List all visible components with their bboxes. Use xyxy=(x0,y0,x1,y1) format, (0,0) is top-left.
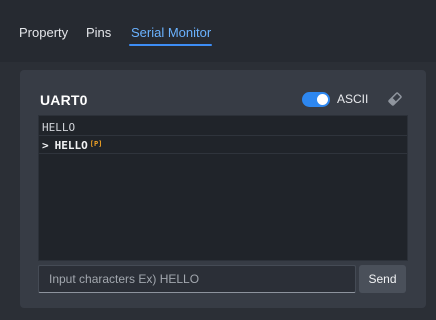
uart-title: UART0 xyxy=(40,92,88,108)
serial-line-sent: > HELLO [P] xyxy=(39,137,407,154)
serial-monitor-panel: UART0 ASCII HELLO >HELLO[P] Send xyxy=(20,70,426,308)
serial-input[interactable] xyxy=(38,265,356,293)
tab-property[interactable]: Property xyxy=(19,25,68,40)
serial-output[interactable]: HELLO > HELLO [P] xyxy=(38,115,408,261)
eraser-icon[interactable] xyxy=(386,90,404,108)
active-tab-indicator xyxy=(129,44,212,46)
serial-line-received: HELLO xyxy=(39,119,407,136)
sent-badge: [P] xyxy=(89,140,103,148)
ascii-toggle-label: ASCII xyxy=(337,92,369,106)
send-button[interactable]: Send xyxy=(359,265,406,293)
ascii-toggle[interactable] xyxy=(302,92,330,107)
serial-line-text: HELLO xyxy=(42,121,76,134)
serial-line-text: HELLO xyxy=(54,139,88,152)
tab-pins[interactable]: Pins xyxy=(86,25,111,40)
tab-bar: Property Pins Serial Monitor xyxy=(0,0,436,62)
toggle-knob xyxy=(317,94,328,105)
prompt-marker: > xyxy=(42,139,49,152)
tab-serial-monitor[interactable]: Serial Monitor xyxy=(131,25,211,40)
